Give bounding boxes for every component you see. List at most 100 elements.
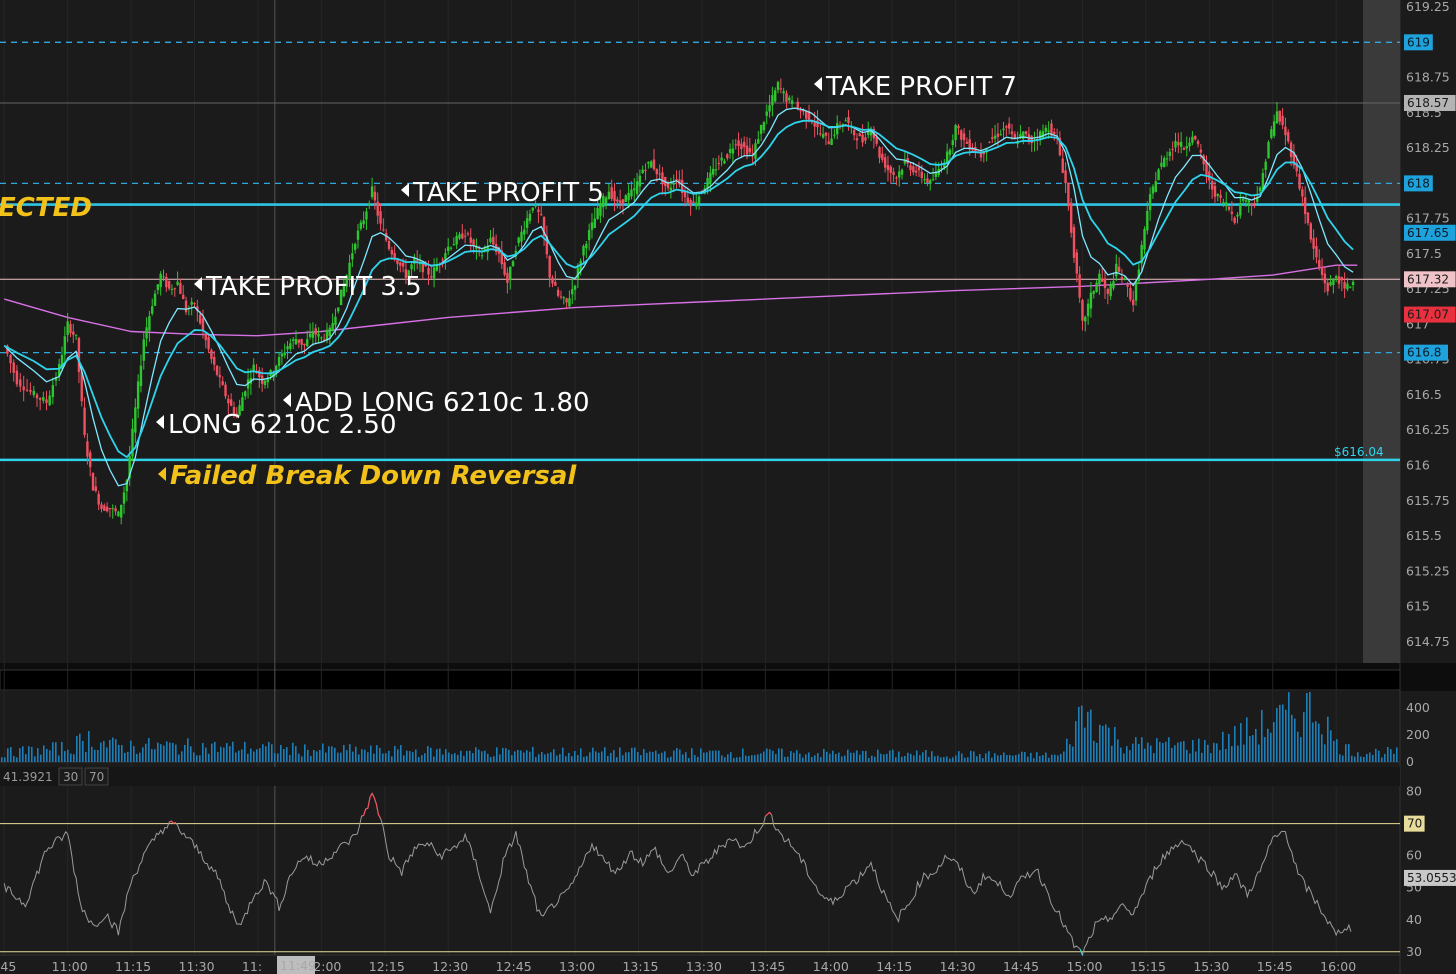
volume-bar [139, 752, 141, 762]
candle-body [745, 145, 749, 155]
candle-body [1298, 173, 1301, 189]
volume-bar [244, 741, 246, 762]
rsi-level-30: 30 [63, 770, 78, 784]
volume-bar [898, 751, 900, 762]
volume-bar [694, 755, 696, 762]
candle-body [1191, 136, 1194, 143]
candle-body [227, 398, 230, 404]
candle-body [139, 365, 143, 387]
volume-bar [1, 757, 3, 762]
volume-bar [610, 752, 612, 762]
price-tick-label: 615.5 [1406, 528, 1442, 543]
volume-bar [1228, 733, 1230, 762]
volume-bar [1066, 738, 1068, 762]
candle-body [573, 285, 577, 290]
volume-bar [1168, 737, 1170, 762]
candle-body [179, 282, 182, 294]
volume-bar [883, 754, 885, 762]
candle-body [1241, 199, 1245, 201]
volume-bar [1264, 737, 1266, 762]
candle-body [280, 353, 284, 357]
time-tick-label: 12:15 [369, 959, 405, 974]
volume-bar [1033, 758, 1035, 762]
candle-body [951, 140, 954, 146]
candle-body [1086, 303, 1090, 317]
volume-bar [385, 753, 387, 762]
volume-bar [739, 757, 741, 762]
volume-bar [1288, 692, 1290, 762]
volume-bar [124, 752, 126, 762]
candle-body [1250, 203, 1253, 206]
candle-body [35, 394, 39, 399]
volume-bar [247, 753, 249, 762]
volume-bar [1000, 755, 1002, 762]
volume-bar [1393, 753, 1395, 762]
candle-body [768, 105, 771, 112]
candle-body [1024, 131, 1028, 135]
volume-bar [595, 751, 597, 762]
volume-bar [1198, 738, 1200, 762]
annotation-failed-breakdown: Failed Break Down Reversal [170, 461, 577, 491]
volume-bar [895, 757, 897, 762]
candle-body [1320, 267, 1324, 275]
time-tick-label: 11:00 [52, 959, 88, 974]
volume-bar [646, 752, 648, 762]
candle-body [387, 240, 391, 249]
price-tag-label: 618 [1407, 176, 1430, 190]
volume-bar [1369, 752, 1371, 762]
trading-chart[interactable]: 619.25618.75618.5618.25617.75617.5617.25… [0, 0, 1456, 974]
volume-bar [397, 749, 399, 762]
volume-bar [64, 751, 66, 762]
volume-bar [637, 751, 639, 762]
volume-bar [601, 751, 603, 762]
volume-bar [1042, 755, 1044, 762]
volume-bar [1384, 753, 1386, 762]
volume-bar [1189, 753, 1191, 762]
candle-body [1332, 279, 1335, 286]
candle-body [1177, 142, 1180, 146]
candle-body [382, 229, 385, 231]
volume-bar [88, 731, 90, 762]
candle-body [523, 229, 526, 235]
candle-body [1239, 202, 1242, 216]
candle-body [1109, 284, 1112, 297]
volume-bar [295, 746, 297, 762]
candle-body [218, 374, 222, 378]
volume-bar [466, 750, 468, 762]
volume-bar [1351, 755, 1353, 762]
candle-body [182, 294, 185, 300]
volume-bar [1297, 731, 1299, 762]
candle-body [881, 153, 884, 160]
time-tick-label: 15:15 [1130, 959, 1166, 974]
candle-body [886, 165, 890, 171]
volume-bar [889, 750, 891, 762]
volume-bar [1048, 757, 1050, 762]
volume-bar [283, 749, 285, 762]
candle-body [649, 161, 653, 168]
candle-body [1171, 149, 1174, 151]
candle-body [824, 132, 828, 136]
candle-body [111, 508, 114, 510]
volume-bar [304, 744, 306, 762]
rsi-tick-label: 60 [1406, 848, 1422, 863]
candle-body [1163, 158, 1166, 168]
price-tick-label: 615.75 [1406, 493, 1450, 508]
candle-body [819, 133, 822, 135]
volume-bar [1357, 752, 1359, 762]
price-tag-label: 619 [1407, 35, 1430, 49]
candle-body [1061, 158, 1064, 173]
volume-bar [982, 758, 984, 762]
volume-bar [424, 753, 426, 762]
volume-bar [1084, 727, 1086, 762]
candle-body [72, 331, 75, 335]
candle-body [658, 173, 661, 175]
volume-bar [49, 750, 51, 762]
candle-body [1165, 158, 1169, 160]
volume-bar [835, 753, 837, 762]
volume-bar [1186, 749, 1188, 762]
volume-bar [1396, 747, 1398, 762]
volume-bar [991, 757, 993, 762]
volume-bar [838, 752, 840, 762]
volume-bar [814, 755, 816, 762]
volume-bar [1381, 757, 1383, 762]
